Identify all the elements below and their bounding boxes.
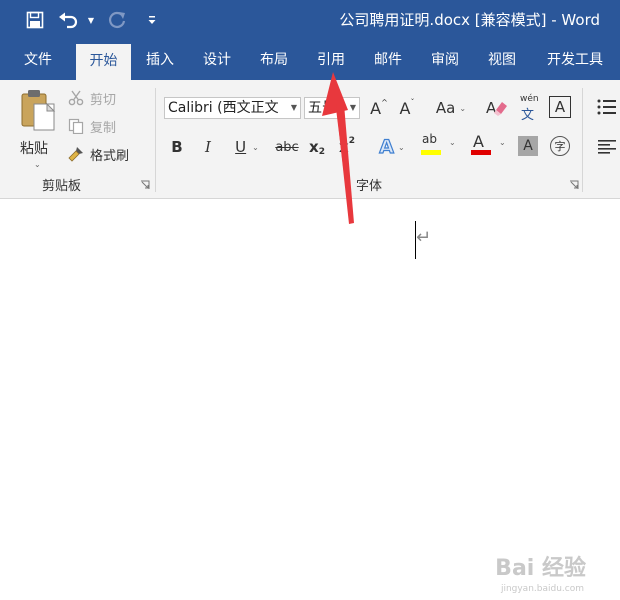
annotation-arrow-icon (322, 72, 354, 224)
